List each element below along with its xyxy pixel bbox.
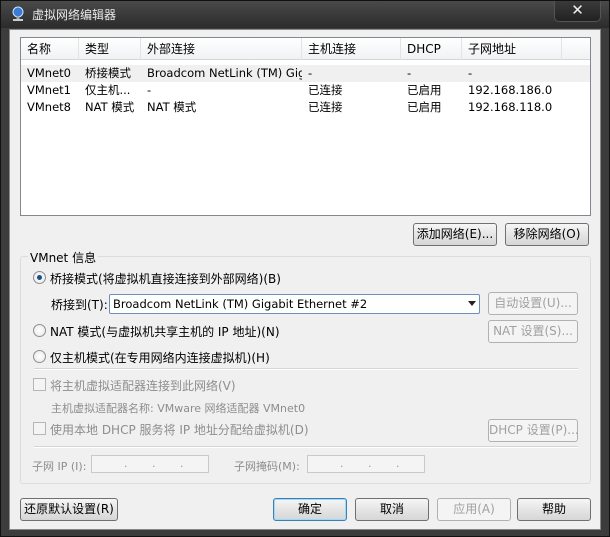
- connect-adapter-checkbox[interactable]: [33, 378, 46, 391]
- adapter-name-label: 主机虚拟适配器名称: VMware 网络适配器 VMnet0: [51, 402, 306, 415]
- nat-mode-radio[interactable]: [33, 324, 46, 337]
- column-header-name[interactable]: 名称: [21, 38, 79, 60]
- help-button[interactable]: 帮助: [517, 498, 591, 521]
- cell-host: 已连接: [308, 83, 343, 97]
- use-dhcp-label[interactable]: 使用本地 DHCP 服务将 IP 地址分配给虚拟机(D): [50, 421, 309, 438]
- remove-network-button[interactable]: 移除网络(O): [505, 223, 589, 246]
- cell-dhcp: -: [407, 66, 412, 80]
- cell-name: VMnet8: [27, 100, 71, 114]
- cell-type: 桥接模式: [85, 66, 131, 80]
- host-only-mode-radio[interactable]: [33, 350, 46, 363]
- cell-external: NAT 模式: [147, 100, 197, 114]
- dialog-client-area: 名称 类型 外部连接 主机连接 DHCP 子网地址 VMnet0 桥接模式 Br…: [9, 29, 601, 530]
- cell-type: NAT 模式: [85, 100, 135, 114]
- vmware-network-icon: [12, 6, 24, 21]
- chevron-down-icon[interactable]: [468, 301, 476, 306]
- apply-button[interactable]: 应用(A): [437, 498, 511, 521]
- subnet-mask-field[interactable]: ...: [307, 455, 425, 473]
- dhcp-settings-button[interactable]: DHCP 设置(P)...: [488, 419, 579, 442]
- column-header-subnet[interactable]: 子网地址: [462, 38, 562, 60]
- column-header-type[interactable]: 类型: [79, 38, 141, 60]
- separator: [34, 368, 578, 370]
- separator: [34, 446, 578, 448]
- virtual-network-editor-window: 虚拟网络编辑器 ✕ 名称 类型 外部连接 主机连接 DHCP 子网地址 VMne…: [0, 0, 610, 537]
- column-header-dhcp[interactable]: DHCP: [401, 38, 462, 60]
- subnet-ip-label: 子网 IP (I):: [32, 460, 87, 473]
- add-network-button[interactable]: 添加网络(E)...: [413, 223, 497, 246]
- cell-host: 已连接: [308, 100, 343, 114]
- nat-mode-label[interactable]: NAT 模式(与虚拟机共享主机的 IP 地址)(N): [50, 323, 280, 340]
- host-only-mode-label[interactable]: 仅主机模式(在专用网络内连接虚拟机)(H): [50, 349, 270, 366]
- cell-subnet: 192.168.118.0: [468, 100, 553, 114]
- list-header: 名称 类型 外部连接 主机连接 DHCP 子网地址: [21, 38, 590, 60]
- column-header-external[interactable]: 外部连接: [141, 38, 302, 60]
- subnet-ip-field[interactable]: ...: [91, 455, 209, 473]
- nat-settings-button[interactable]: NAT 设置(S)...: [488, 320, 578, 343]
- network-list[interactable]: 名称 类型 外部连接 主机连接 DHCP 子网地址 VMnet0 桥接模式 Br…: [20, 37, 591, 216]
- connect-adapter-label[interactable]: 将主机虚拟适配器连接到此网络(V): [50, 377, 236, 394]
- cell-subnet: 192.168.186.0: [468, 83, 553, 97]
- table-row[interactable]: VMnet1 仅主机... - 已连接 已启用 192.168.186.0: [21, 82, 590, 99]
- restore-defaults-button[interactable]: 还原默认设置(R): [20, 498, 118, 521]
- title-bar[interactable]: 虚拟网络编辑器 ✕: [1, 1, 609, 28]
- close-icon: ✕: [571, 1, 584, 19]
- use-dhcp-checkbox[interactable]: [33, 422, 46, 435]
- window-title: 虚拟网络编辑器: [32, 8, 117, 22]
- cell-subnet: -: [468, 66, 473, 80]
- cell-dhcp: 已启用: [407, 100, 442, 114]
- close-button[interactable]: ✕: [554, 1, 601, 22]
- cell-external: -: [147, 83, 152, 97]
- vmnet-info-group: [20, 256, 591, 484]
- bridge-to-value: Broadcom NetLink (TM) Gigabit Ethernet #…: [113, 297, 368, 311]
- cancel-button[interactable]: 取消: [355, 498, 429, 521]
- column-header-host[interactable]: 主机连接: [302, 38, 401, 60]
- bridge-to-label: 桥接到(T):: [51, 298, 108, 312]
- bridged-mode-label[interactable]: 桥接模式(将虚拟机直接连接到外部网络)(B): [50, 270, 281, 287]
- cell-host: -: [308, 66, 313, 80]
- cell-name: VMnet0: [27, 66, 71, 80]
- cell-name: VMnet1: [27, 83, 71, 97]
- table-row[interactable]: VMnet8 NAT 模式 NAT 模式 已连接 已启用 192.168.118…: [21, 99, 590, 116]
- cell-dhcp: 已启用: [407, 83, 442, 97]
- bridged-mode-radio[interactable]: [33, 271, 46, 284]
- cell-type: 仅主机...: [85, 83, 131, 97]
- subnet-mask-label: 子网掩码(M):: [234, 460, 300, 473]
- auto-settings-button[interactable]: 自动设置(U)...: [488, 292, 578, 315]
- table-row[interactable]: VMnet0 桥接模式 Broadcom NetLink (TM) Giga..…: [21, 65, 590, 82]
- ok-button[interactable]: 确定: [273, 498, 347, 521]
- bridge-to-select[interactable]: Broadcom NetLink (TM) Gigabit Ethernet #…: [109, 294, 480, 314]
- cell-external: Broadcom NetLink (TM) Giga...: [147, 66, 302, 80]
- vmnet-info-title: VMnet 信息: [28, 249, 99, 266]
